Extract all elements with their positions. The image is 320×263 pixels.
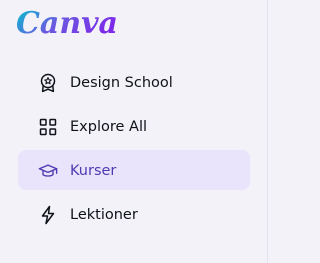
sidebar-item-explore-all[interactable]: Explore All	[18, 106, 250, 146]
sidebar-item-lektioner[interactable]: Lektioner	[18, 194, 250, 234]
lightning-bolt-icon	[38, 205, 58, 225]
grid-icon	[38, 117, 58, 137]
graduation-cap-icon	[38, 161, 58, 181]
sidebar-item-label: Design School	[70, 75, 173, 91]
sidebar-item-label: Kurser	[70, 163, 117, 179]
sidebar-item-design-school[interactable]: Design School	[18, 62, 250, 102]
sidebar-item-label: Explore All	[70, 119, 147, 135]
canva-logo[interactable]: Canva	[16, 3, 116, 43]
sidebar-item-kurser[interactable]: Kurser	[18, 150, 250, 190]
canva-logo-text: Canva	[16, 6, 116, 41]
sidebar-nav: Design School Explore All Kurser Lektion…	[18, 62, 250, 238]
sidebar: Canva Design School Explore All Kurser L…	[0, 0, 268, 263]
award-badge-icon	[38, 73, 58, 93]
sidebar-item-label: Lektioner	[70, 207, 138, 223]
